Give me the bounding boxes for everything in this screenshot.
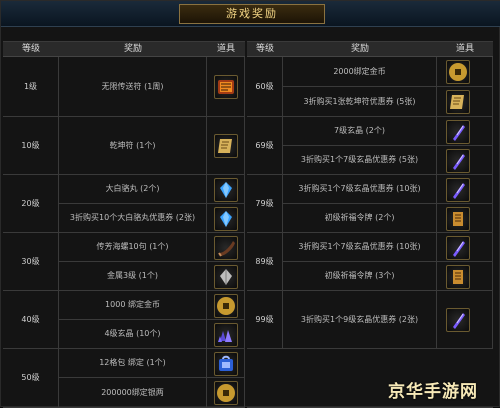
left-reward-cell: 1000 绑定金币 bbox=[59, 291, 207, 320]
blue-gem-icon[interactable] bbox=[214, 178, 238, 202]
horn-icon[interactable] bbox=[214, 236, 238, 260]
purple-gem-icon[interactable] bbox=[446, 236, 470, 260]
token-icon[interactable] bbox=[446, 207, 470, 231]
teleport-scroll-icon[interactable] bbox=[214, 75, 238, 99]
qiankun-talisman-icon[interactable] bbox=[214, 134, 238, 158]
right-reward-cell: 3折购买1个7级玄晶优惠券 (10张) bbox=[283, 175, 437, 204]
right-reward-cell: 3折购买1张乾坤符优惠券 (5张) bbox=[283, 87, 437, 117]
left-header-level: 等级 bbox=[3, 41, 59, 57]
purple-gem-icon[interactable] bbox=[446, 120, 470, 144]
left-level-cell: 50级 bbox=[3, 349, 59, 408]
left-reward-cell: 金属3级 (1个) bbox=[59, 262, 207, 291]
left-level-cell: 1级 bbox=[3, 57, 59, 117]
left-level-cell: 10级 bbox=[3, 117, 59, 175]
purple-crystal-icon[interactable] bbox=[214, 323, 238, 347]
right-header-reward: 奖励 bbox=[283, 41, 437, 57]
crystal-icon[interactable] bbox=[214, 265, 238, 289]
title-bar: 游戏奖励 bbox=[1, 1, 500, 27]
left-reward-cell: 传芳海螺10句 (1个) bbox=[59, 233, 207, 262]
right-reward-cell: 3折购买1个7级玄晶优惠券 (5张) bbox=[283, 146, 437, 175]
left-level-cell: 20级 bbox=[3, 175, 59, 233]
right-level-cell: 89级 bbox=[247, 233, 283, 291]
right-level-cell: 69级 bbox=[247, 117, 283, 175]
right-level-cell: 99级 bbox=[247, 291, 283, 349]
right-reward-cell: 7级玄晶 (2个) bbox=[283, 117, 437, 146]
left-reward-cell: 无限传送符 (1周) bbox=[59, 57, 207, 117]
right-reward-cell: 3折购买1个9级玄晶优惠券 (2张) bbox=[283, 291, 437, 349]
right-reward-cell: 2000绑定金币 bbox=[283, 57, 437, 87]
left-reward-cell: 大白骆丸 (2个) bbox=[59, 175, 207, 204]
left-reward-cell: 3折购买10个大白骆丸优惠券 (2张) bbox=[59, 204, 207, 233]
right-header-item: 道具 bbox=[437, 41, 493, 57]
left-reward-cell: 4级玄晶 (10个) bbox=[59, 320, 207, 349]
right-reward-cell: 初级祈福令牌 (3个) bbox=[283, 262, 437, 291]
watermark: 京华手游网 bbox=[388, 382, 478, 402]
left-reward-cell: 12格包 绑定 (1个) bbox=[59, 349, 207, 378]
left-header-reward: 奖励 bbox=[59, 41, 207, 57]
bag-icon[interactable] bbox=[214, 352, 238, 376]
left-header-item: 道具 bbox=[207, 41, 245, 57]
coin-icon[interactable] bbox=[446, 60, 470, 84]
right-reward-cell: 3折购买1个7级玄晶优惠券 (10张) bbox=[283, 233, 437, 262]
blue-gem-icon[interactable] bbox=[214, 207, 238, 231]
panel-title: 游戏奖励 bbox=[179, 4, 325, 24]
right-header-level: 等级 bbox=[247, 41, 283, 57]
left-level-cell: 40级 bbox=[3, 291, 59, 349]
coin-icon[interactable] bbox=[214, 294, 238, 318]
token-icon[interactable] bbox=[446, 265, 470, 289]
left-reward-cell: 200000绑定银两 bbox=[59, 378, 207, 408]
left-level-cell: 30级 bbox=[3, 233, 59, 291]
purple-gem-icon[interactable] bbox=[446, 149, 470, 173]
purple-gem-icon[interactable] bbox=[446, 178, 470, 202]
right-level-cell: 79级 bbox=[247, 175, 283, 233]
coin-icon[interactable] bbox=[214, 381, 238, 405]
right-reward-cell: 初级祈福令牌 (2个) bbox=[283, 204, 437, 233]
left-reward-cell: 乾坤符 (1个) bbox=[59, 117, 207, 175]
reward-panel: 游戏奖励 等级 奖励 道具 等级 奖励 道具 1级 无限传送符 (1周) 10级… bbox=[0, 0, 500, 408]
qiankun-talisman-icon[interactable] bbox=[446, 90, 470, 114]
right-level-cell: 60级 bbox=[247, 57, 283, 117]
purple-gem-icon[interactable] bbox=[446, 308, 470, 332]
